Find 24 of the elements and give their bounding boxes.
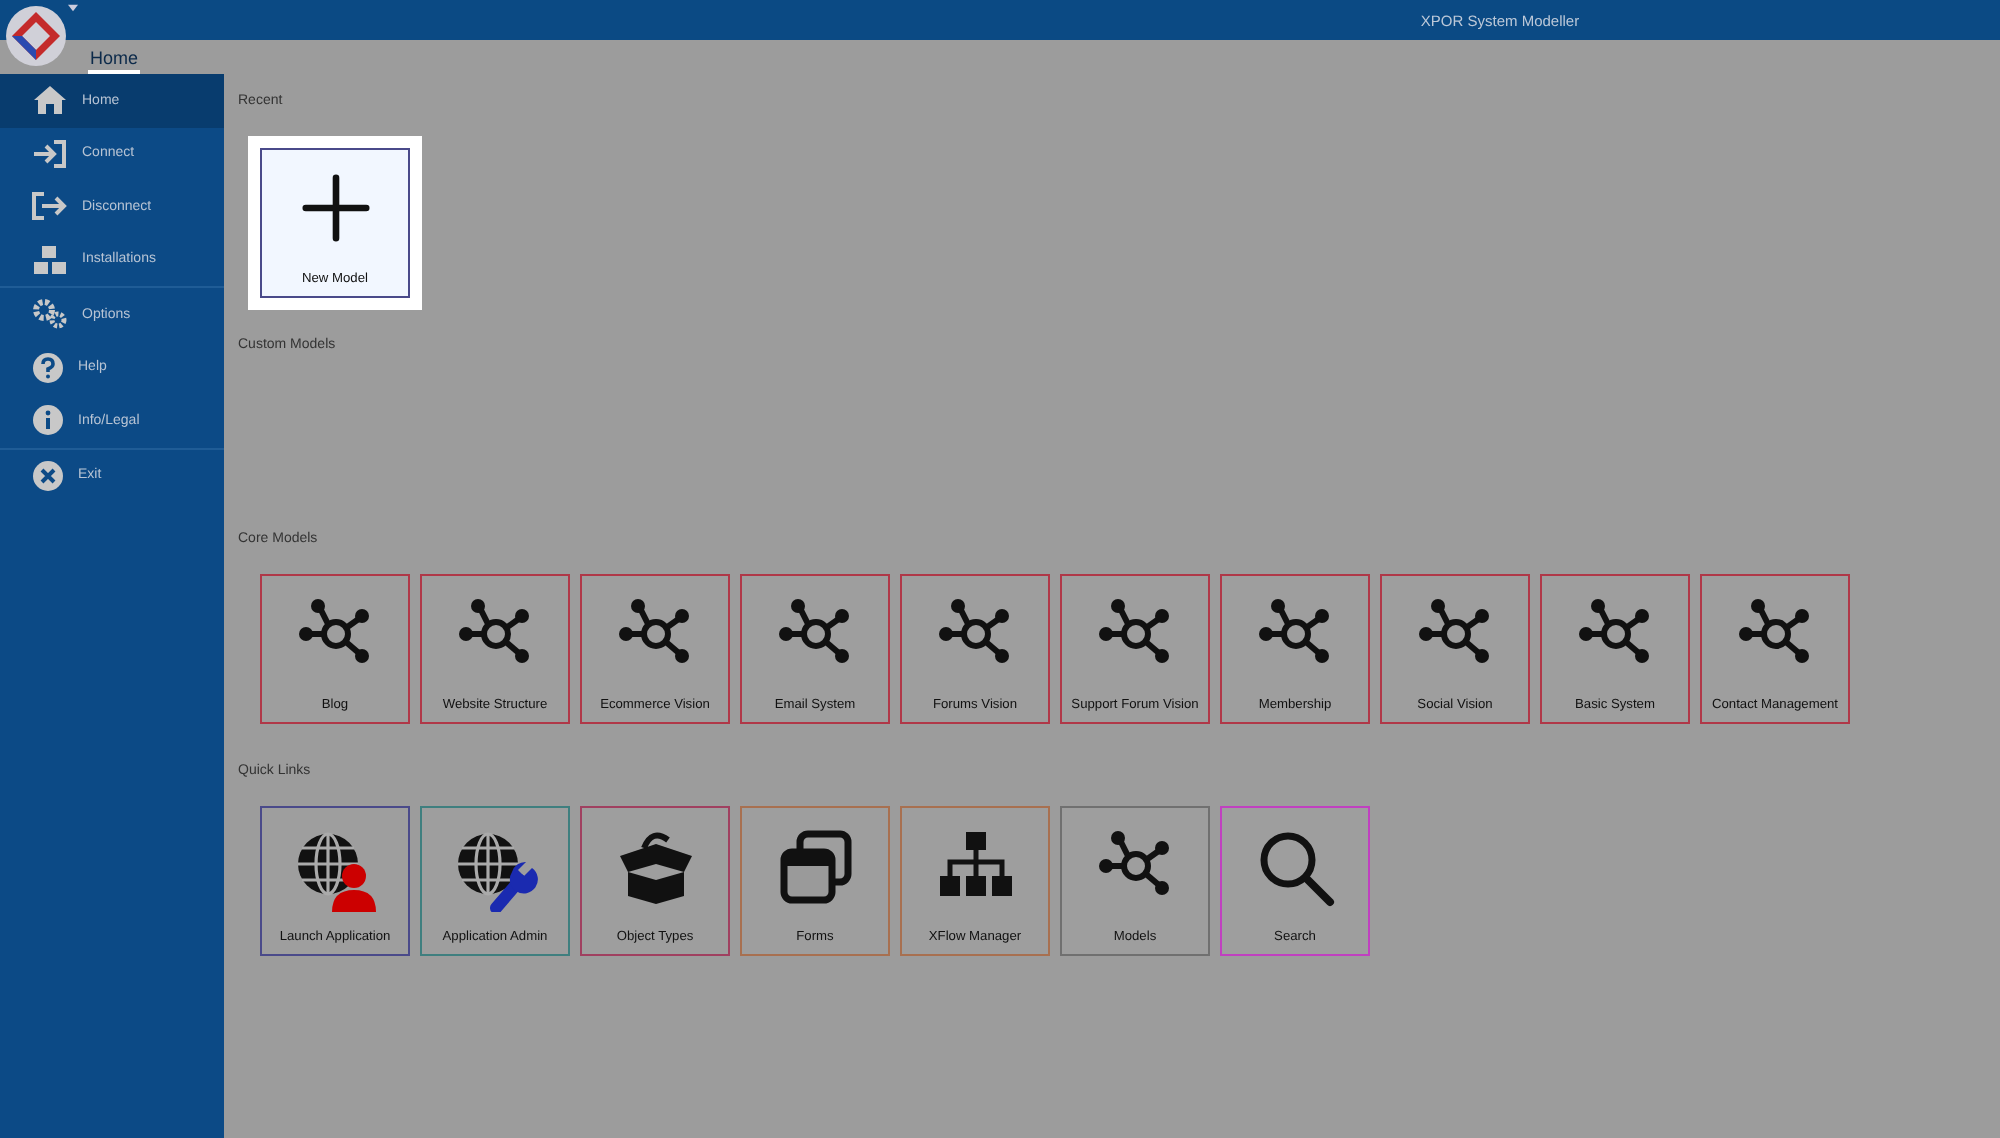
hierarchy-icon	[935, 828, 1015, 900]
windows-icon	[775, 828, 855, 908]
sign-out-icon	[32, 190, 68, 223]
network-icon	[615, 596, 695, 668]
network-icon	[1735, 596, 1815, 668]
caret-icon[interactable]	[68, 4, 78, 12]
plus-icon	[301, 174, 369, 242]
network-icon	[455, 596, 535, 668]
network-icon	[935, 596, 1015, 668]
gears-icon	[32, 298, 68, 331]
network-icon	[1255, 596, 1335, 668]
sign-in-icon	[32, 137, 68, 170]
close-icon	[32, 459, 64, 492]
network-icon	[1415, 596, 1495, 668]
network-icon	[295, 596, 375, 668]
network-icon	[1575, 596, 1655, 668]
network-icon	[1095, 828, 1175, 900]
network-icon	[1095, 596, 1175, 668]
help-icon	[32, 351, 64, 384]
home-icon	[32, 84, 68, 117]
network-icon	[775, 596, 855, 668]
boxes-icon	[32, 243, 68, 276]
info-icon	[32, 404, 64, 437]
search-icon	[1255, 828, 1335, 908]
